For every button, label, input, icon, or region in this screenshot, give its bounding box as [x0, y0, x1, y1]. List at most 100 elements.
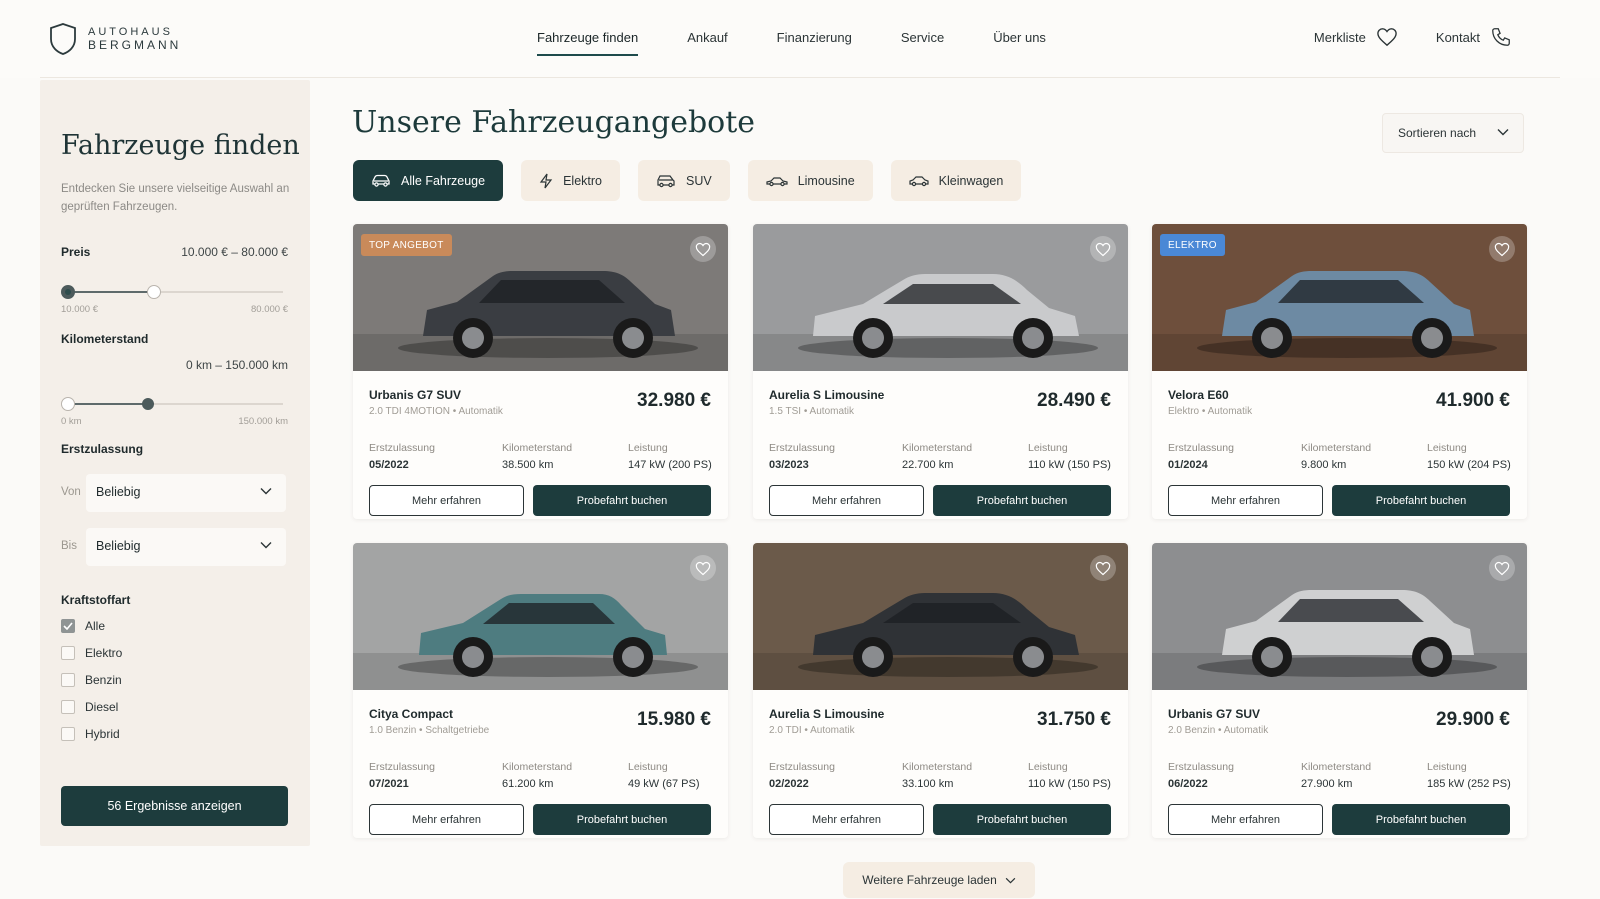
book-test-drive-button[interactable]: Probefahrt buchen [933, 485, 1111, 516]
book-test-drive-button[interactable]: Probefahrt buchen [533, 485, 711, 516]
spec-value-mileage: 27.900 km [1301, 778, 1353, 790]
spec-label-mileage: Kilometerstand [902, 442, 973, 454]
vehicle-card[interactable]: Citya Compact 1.0 Benzin • Schaltgetriebe… [353, 543, 728, 838]
checkbox[interactable] [61, 727, 75, 741]
vehicle-subtitle: 2.0 TDI • Automatik [769, 725, 855, 736]
sort-label: Sortieren nach [1398, 126, 1477, 140]
mileage-slider[interactable] [61, 397, 283, 411]
spec-label-mileage: Kilometerstand [502, 442, 573, 454]
filter-elektro[interactable]: Elektro [521, 160, 620, 201]
spec-label-mileage: Kilometerstand [1301, 442, 1372, 454]
fuel-option-benzin[interactable]: Benzin [61, 673, 122, 687]
more-info-button[interactable]: Mehr erfahren [1168, 485, 1323, 516]
load-more-button[interactable]: Weitere Fahrzeuge laden [843, 862, 1035, 898]
mileage-min-handle[interactable] [61, 397, 75, 411]
sidebar-title: Fahrzeuge finden [61, 130, 300, 161]
filter-limousine[interactable]: Limousine [747, 160, 873, 201]
nav-ueber-uns[interactable]: Über uns [993, 30, 1046, 56]
car-photo [1152, 543, 1527, 690]
book-test-drive-button[interactable]: Probefahrt buchen [1332, 804, 1510, 835]
spec-value-registration: 02/2022 [769, 778, 809, 790]
spec-label-mileage: Kilometerstand [1301, 761, 1372, 773]
vehicle-image[interactable] [353, 543, 728, 690]
filter-suv[interactable]: SUV [637, 160, 730, 201]
nav-finanzierung[interactable]: Finanzierung [777, 30, 852, 56]
price-max-label: 80.000 € [251, 304, 288, 315]
checkbox[interactable] [61, 700, 75, 714]
spec-value-mileage: 61.200 km [502, 778, 554, 790]
favorite-button[interactable] [1090, 555, 1116, 581]
spec-label-power: Leistung [1427, 442, 1467, 454]
vehicle-image[interactable] [753, 543, 1128, 690]
nav-ankauf[interactable]: Ankauf [687, 30, 727, 56]
more-info-button[interactable]: Mehr erfahren [369, 804, 524, 835]
vehicle-image[interactable] [1152, 543, 1527, 690]
heart-icon [695, 242, 711, 256]
more-info-button[interactable]: Mehr erfahren [769, 485, 924, 516]
vehicle-card[interactable]: TOP ANGEBOT Urbanis G7 SUV 2.0 TDI 4MOTION… [353, 224, 728, 519]
price-slider[interactable] [61, 285, 283, 299]
vehicle-card[interactable]: Urbanis G7 SUV 2.0 Benzin • Automatik 29.9… [1152, 543, 1527, 838]
wishlist-link[interactable]: Merkliste [1314, 27, 1398, 47]
spec-label-registration: Erstzulassung [369, 761, 435, 773]
fuel-option-diesel[interactable]: Diesel [61, 700, 118, 714]
more-info-button[interactable]: Mehr erfahren [1168, 804, 1323, 835]
chevron-down-icon [260, 542, 272, 549]
favorite-button[interactable] [690, 555, 716, 581]
vehicle-subtitle: Elektro • Automatik [1168, 406, 1253, 417]
book-test-drive-button[interactable]: Probefahrt buchen [1332, 485, 1510, 516]
car-icon [372, 174, 390, 187]
check-icon [63, 622, 73, 630]
registration-from-select[interactable]: Beliebig [86, 474, 286, 512]
contact-label: Kontakt [1435, 29, 1480, 45]
favorite-button[interactable] [690, 236, 716, 262]
brand-logo[interactable]: AUTOHAUS BERGMANN [48, 22, 181, 56]
registration-to-select[interactable]: Beliebig [86, 528, 286, 566]
more-info-button[interactable]: Mehr erfahren [369, 485, 524, 516]
contact-link[interactable]: Kontakt [1436, 26, 1512, 48]
vehicle-card[interactable]: ELEKTRO Velora E60 Elektro • Automatik 41.9… [1152, 224, 1527, 519]
registration-from-prefix: Von [61, 486, 81, 498]
favorite-button[interactable] [1090, 236, 1116, 262]
price-min-handle[interactable] [61, 285, 75, 299]
mileage-max-handle[interactable] [142, 398, 154, 410]
registration-to-prefix: Bis [61, 540, 77, 552]
nav-fahrzeuge-finden[interactable]: Fahrzeuge finden [537, 30, 639, 56]
favorite-button[interactable] [1489, 236, 1515, 262]
price-max-handle[interactable] [147, 285, 161, 299]
filter-kleinwagen[interactable]: Kleinwagen [890, 160, 1022, 201]
price-label: Preis [61, 245, 91, 259]
header-divider [40, 77, 1560, 78]
compact-car-icon [909, 175, 929, 186]
checkbox[interactable] [61, 646, 75, 660]
book-test-drive-button[interactable]: Probefahrt buchen [533, 804, 711, 835]
registration-to-value: Beliebig [96, 539, 141, 553]
checkbox[interactable] [61, 673, 75, 687]
checkbox-checked[interactable] [61, 619, 75, 633]
spec-label-registration: Erstzulassung [369, 442, 435, 454]
fuel-option-elektro[interactable]: Elektro [61, 646, 122, 660]
spec-value-power: 110 kW (150 PS) [1028, 459, 1111, 471]
spec-label-mileage: Kilometerstand [902, 761, 973, 773]
fuel-option-hybrid[interactable]: Hybrid [61, 727, 120, 741]
registration-from-value: Beliebig [96, 485, 141, 499]
sedan-icon [766, 176, 788, 186]
mileage-slider-fill [67, 403, 148, 405]
favorite-button[interactable] [1489, 555, 1515, 581]
vehicle-image[interactable] [753, 224, 1128, 371]
spec-label-registration: Erstzulassung [769, 442, 835, 454]
fuel-option-label: Elektro [85, 646, 123, 660]
sort-dropdown[interactable]: Sortieren nach [1382, 113, 1524, 153]
vehicle-card[interactable]: Aurelia S Limousine 2.0 TDI • Automatik 31… [753, 543, 1128, 838]
book-test-drive-button[interactable]: Probefahrt buchen [933, 804, 1111, 835]
spec-value-mileage: 38.500 km [502, 459, 554, 471]
vehicle-name: Velora E60 [1168, 388, 1229, 402]
spec-value-registration: 03/2023 [769, 459, 809, 471]
show-results-button[interactable]: 56 Ergebnisse anzeigen [61, 786, 288, 826]
fuel-option-alle[interactable]: Alle [61, 619, 105, 633]
nav-service[interactable]: Service [901, 30, 944, 56]
vehicle-card[interactable]: Aurelia S Limousine 1.5 TSI • Automatik 28… [753, 224, 1128, 519]
filter-alle-fahrzeuge[interactable]: Alle Fahrzeuge [353, 160, 504, 201]
vehicle-badge: TOP ANGEBOT [361, 234, 452, 256]
more-info-button[interactable]: Mehr erfahren [769, 804, 924, 835]
